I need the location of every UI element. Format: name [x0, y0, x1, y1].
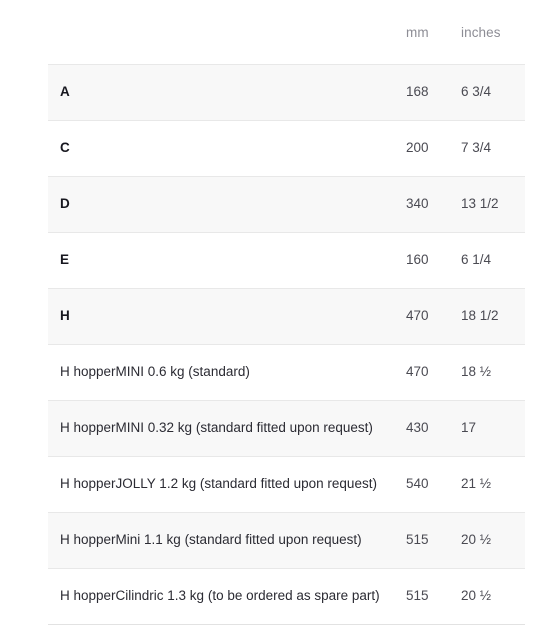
row-mm-cell: 515 [405, 512, 459, 569]
row-mm-cell: 430 [405, 400, 459, 457]
column-header-label [48, 0, 405, 65]
row-label-cell: H hopperMINI 0.32 kg (standard fitted up… [48, 400, 405, 457]
row-inches-cell: 21 ½ [459, 456, 525, 513]
row-mm-cell: 470 [405, 344, 459, 401]
row-inches-cell: 18 1/2 [459, 288, 525, 345]
table-row: H hopperMINI 0.32 kg (standard fitted up… [48, 400, 525, 457]
row-label-cell: E [48, 232, 405, 289]
row-mm-cell: 168 [405, 64, 459, 121]
row-inches-cell: 18 ½ [459, 344, 525, 401]
row-label-cell: H hopperCilindric 1.3 kg (to be ordered … [48, 568, 405, 625]
row-mm-cell: 340 [405, 176, 459, 233]
row-inches-cell: 20 ½ [459, 512, 525, 569]
table-header: mm inches [48, 0, 525, 65]
table-row: D 340 13 1/2 [48, 176, 525, 233]
row-label-cell: H hopperMini 1.1 kg (standard fitted upo… [48, 512, 405, 569]
row-label-cell: C [48, 120, 405, 177]
row-label-cell: H hopperMINI 0.6 kg (standard) [48, 344, 405, 401]
row-inches-cell: 7 3/4 [459, 120, 525, 177]
row-label-cell: H [48, 288, 405, 345]
row-mm-cell: 540 [405, 456, 459, 513]
table-row: H 470 18 1/2 [48, 288, 525, 345]
table-row: A 168 6 3/4 [48, 64, 525, 121]
table-row: H hopperJOLLY 1.2 kg (standard fitted up… [48, 456, 525, 513]
table-row: E 160 6 1/4 [48, 232, 525, 289]
row-mm-cell: 200 [405, 120, 459, 177]
row-inches-cell: 6 3/4 [459, 64, 525, 121]
table-row: H hopperMini 1.1 kg (standard fitted upo… [48, 512, 525, 569]
row-label-cell: H hopperJOLLY 1.2 kg (standard fitted up… [48, 456, 405, 513]
table-row: C 200 7 3/4 [48, 120, 525, 177]
row-mm-cell: 470 [405, 288, 459, 345]
row-mm-cell: 160 [405, 232, 459, 289]
row-mm-cell: 515 [405, 568, 459, 625]
column-header-inches: inches [459, 0, 525, 65]
specifications-table-container: mm inches A 168 6 3/4 C 200 7 3/4 D 340 13 1/2 E 1… [48, 0, 525, 625]
row-inches-cell: 6 1/4 [459, 232, 525, 289]
table-header-row: mm inches [48, 0, 525, 65]
table-row: H hopperMINI 0.6 kg (standard) 470 18 ½ [48, 344, 525, 401]
column-header-mm: mm [405, 0, 459, 65]
table-row: H hopperCilindric 1.3 kg (to be ordered … [48, 568, 525, 625]
row-inches-cell: 13 1/2 [459, 176, 525, 233]
row-label-cell: A [48, 64, 405, 121]
row-inches-cell: 17 [459, 400, 525, 457]
table-body: A 168 6 3/4 C 200 7 3/4 D 340 13 1/2 E 160 6 1/4 H 47… [48, 64, 525, 625]
row-inches-cell: 20 ½ [459, 568, 525, 625]
specifications-table: mm inches A 168 6 3/4 C 200 7 3/4 D 340 13 1/2 E 1… [48, 0, 525, 625]
row-label-cell: D [48, 176, 405, 233]
